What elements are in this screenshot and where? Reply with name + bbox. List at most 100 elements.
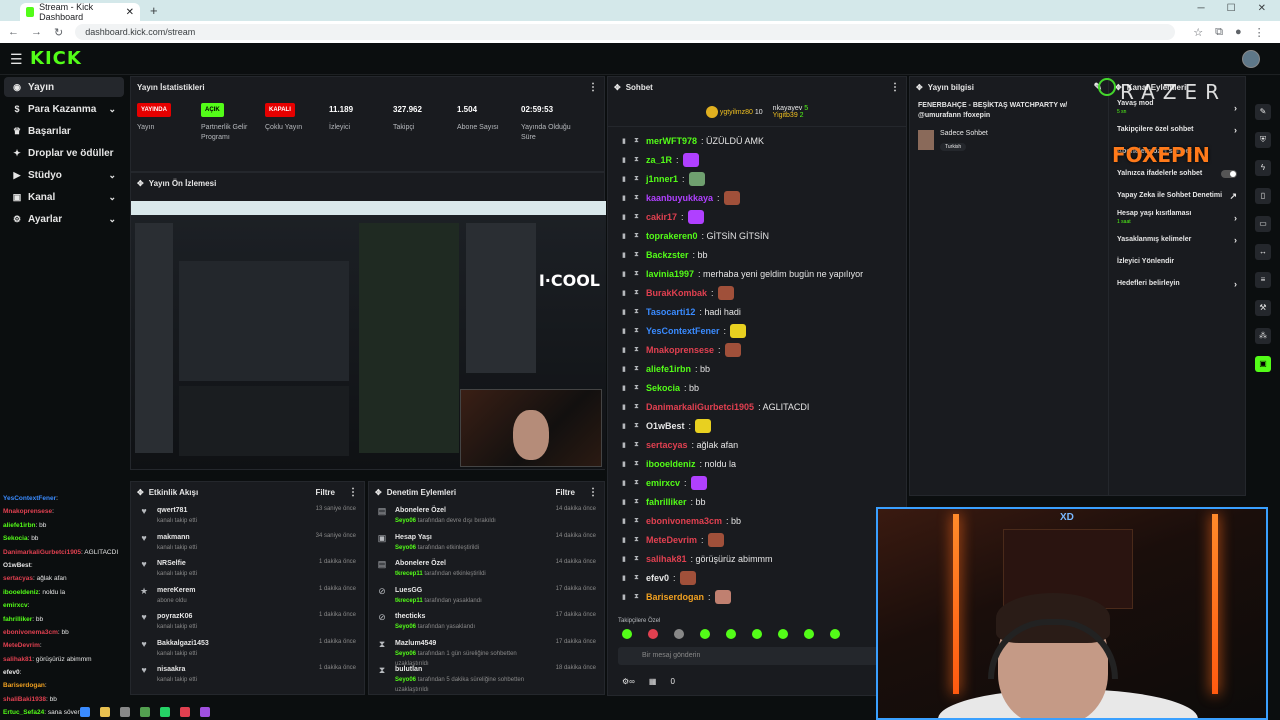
chat-username[interactable]: kaanbuyukkaya [646, 193, 713, 203]
drag-handle-icon[interactable]: ✥ [614, 83, 621, 92]
chevron-down-icon[interactable]: ⌄ [108, 214, 116, 225]
emote-icon[interactable] [804, 629, 814, 639]
chat-message-list[interactable]: ▮ ⧗ merWFT978: ÜZÜLDÜ AMK ▮ ⧗ za_1R: ▮ ⧗ j1nner1… [608, 127, 906, 606]
timeout-icon[interactable]: ⧗ [634, 441, 642, 449]
chat-username[interactable]: merWFT978 [646, 136, 697, 146]
emote-icon[interactable] [778, 629, 788, 639]
close-window-button[interactable]: ✕ [1258, 3, 1266, 14]
more-options-icon[interactable]: ⋮ [890, 82, 900, 93]
chat-message-input[interactable]: Bir mesaj gönderin [618, 647, 896, 665]
chat-username[interactable]: aliefe1irbn [646, 364, 691, 374]
browser-tab[interactable]: Stream - Kick Dashboard ✕ [20, 2, 140, 22]
moderator-name[interactable]: tkrecep11 [395, 598, 423, 604]
mod-action-name[interactable]: Abonelere Özel [395, 559, 548, 569]
pin-message-icon[interactable]: ▮ [622, 346, 630, 354]
forward-arrow-icon[interactable]: → [31, 26, 42, 38]
sidebar-item[interactable]: ▣ Kanal ⌄ [4, 187, 124, 207]
emote-icon[interactable] [752, 629, 762, 639]
timeout-icon[interactable]: ⧗ [634, 156, 642, 164]
chat-username[interactable]: ibooeldeniz [646, 459, 696, 469]
pin-message-icon[interactable]: ▮ [622, 593, 630, 601]
chat-username[interactable]: j1nner1 [646, 174, 678, 184]
pin-message-icon[interactable]: ▮ [622, 365, 630, 373]
chevron-down-icon[interactable]: ⌄ [108, 104, 116, 115]
pin-message-icon[interactable]: ▮ [622, 574, 630, 582]
chat-username[interactable]: Sekocia [646, 383, 680, 393]
channel-action-item[interactable]: İzleyici Yönlendir [1109, 251, 1245, 273]
pin-message-icon[interactable]: ▮ [622, 384, 630, 392]
back-arrow-icon[interactable]: ← [8, 26, 19, 38]
url-field[interactable]: dashboard.kick.com/stream [75, 24, 1176, 40]
pin-message-icon[interactable]: ▮ [622, 156, 630, 164]
chat-username[interactable]: BurakKombak [646, 288, 707, 298]
pin-message-icon[interactable]: ▮ [622, 403, 630, 411]
timeout-icon[interactable]: ⧗ [634, 251, 642, 259]
timeout-icon[interactable]: ⧗ [634, 213, 642, 221]
reload-icon[interactable]: ↻ [54, 26, 63, 39]
pin-message-icon[interactable]: ▮ [622, 308, 630, 316]
extensions-icon[interactable]: ⧉ [1215, 26, 1223, 39]
chat-username[interactable]: emirxcv [646, 478, 680, 488]
timeout-icon[interactable]: ⧗ [634, 536, 642, 544]
timeout-icon[interactable]: ⧗ [634, 384, 642, 392]
chat-username[interactable]: Tasocarti12 [646, 307, 695, 317]
timeout-icon[interactable]: ⧗ [634, 137, 642, 145]
chat-username[interactable]: efev0 [646, 573, 669, 583]
arrows-icon[interactable]: ↔ [1255, 244, 1271, 260]
chat-username[interactable]: fahrilliker [646, 497, 687, 507]
pin-message-icon[interactable]: ▮ [622, 175, 630, 183]
timeout-icon[interactable]: ⧗ [634, 194, 642, 202]
emote-icon[interactable] [700, 629, 710, 639]
timeout-icon[interactable]: ⧗ [634, 270, 642, 278]
timeout-icon[interactable]: ⧗ [634, 346, 642, 354]
channel-action-item[interactable]: Takipçilere özel sohbet › [1109, 119, 1245, 141]
chat-username[interactable]: toprakeren0 [646, 231, 698, 241]
mod-action-name[interactable]: bulutlan [395, 665, 548, 675]
sidebar-item[interactable]: ▶ Stüdyo ⌄ [4, 165, 124, 185]
pin-message-icon[interactable]: ▮ [622, 289, 630, 297]
hamburger-menu-icon[interactable]: ☰ [10, 51, 24, 68]
emote-icon[interactable] [648, 629, 658, 639]
toggle-switch[interactable] [1221, 170, 1237, 178]
dice-icon[interactable]: ⁂ [1255, 328, 1271, 344]
mod-filter-button[interactable]: Filtre [555, 488, 575, 497]
viewer-list-icon[interactable]: ▦ [649, 677, 657, 686]
timeout-icon[interactable]: ⧗ [634, 232, 642, 240]
chat-username[interactable]: cakir17 [646, 212, 677, 222]
chat-username[interactable]: YesContextFener [646, 326, 720, 336]
stream-preview-video[interactable]: I·COOL [131, 201, 606, 469]
chat-username[interactable]: Backzster [646, 250, 689, 260]
kick-app-icon[interactable]: ▣ [1255, 356, 1271, 372]
profile-icon[interactable]: ● [1235, 26, 1242, 39]
taskbar-app-icon[interactable] [120, 706, 130, 717]
timeout-icon[interactable]: ⧗ [634, 574, 642, 582]
activity-username[interactable]: NRSelfie [157, 559, 311, 569]
chat-username[interactable]: sertacyas [646, 440, 688, 450]
maximize-button[interactable]: ☐ [1227, 3, 1236, 14]
chevron-right-icon[interactable]: › [1234, 214, 1237, 223]
chevron-down-icon[interactable]: ⌄ [108, 192, 116, 203]
sidebar-item[interactable]: ⚙ Ayarlar ⌄ [4, 209, 124, 229]
timeout-icon[interactable]: ⧗ [634, 517, 642, 525]
mod-action-name[interactable]: Mazlum4549 [395, 639, 548, 649]
chevron-down-icon[interactable]: ⌄ [108, 170, 116, 181]
timeout-icon[interactable]: ⧗ [634, 308, 642, 316]
emote-icon[interactable] [726, 629, 736, 639]
chat-username[interactable]: DanimarkaliGurbetci1905 [646, 402, 754, 412]
pin-message-icon[interactable]: ▮ [622, 327, 630, 335]
pin-message-icon[interactable]: ▮ [622, 213, 630, 221]
timeout-icon[interactable]: ⧗ [634, 175, 642, 183]
pin-message-icon[interactable]: ▮ [622, 460, 630, 468]
taskbar-whatsapp-icon[interactable] [160, 706, 170, 717]
pin-message-icon[interactable]: ▮ [622, 479, 630, 487]
moderator-name[interactable]: tkrecep11 [395, 571, 423, 577]
chat-username[interactable]: Bariserdogan [646, 592, 704, 602]
activity-username[interactable]: mereKerem [157, 586, 311, 596]
pin-message-icon[interactable]: ▮ [622, 137, 630, 145]
channel-action-item[interactable]: Hedefleri belirleyin › [1109, 273, 1245, 295]
chat-username[interactable]: salihak81 [646, 554, 687, 564]
taskbar-chrome-icon[interactable] [140, 706, 150, 717]
timeout-icon[interactable]: ⧗ [634, 460, 642, 468]
minimize-button[interactable]: ─ [1198, 3, 1205, 14]
more-options-icon[interactable]: ⋮ [588, 82, 598, 93]
